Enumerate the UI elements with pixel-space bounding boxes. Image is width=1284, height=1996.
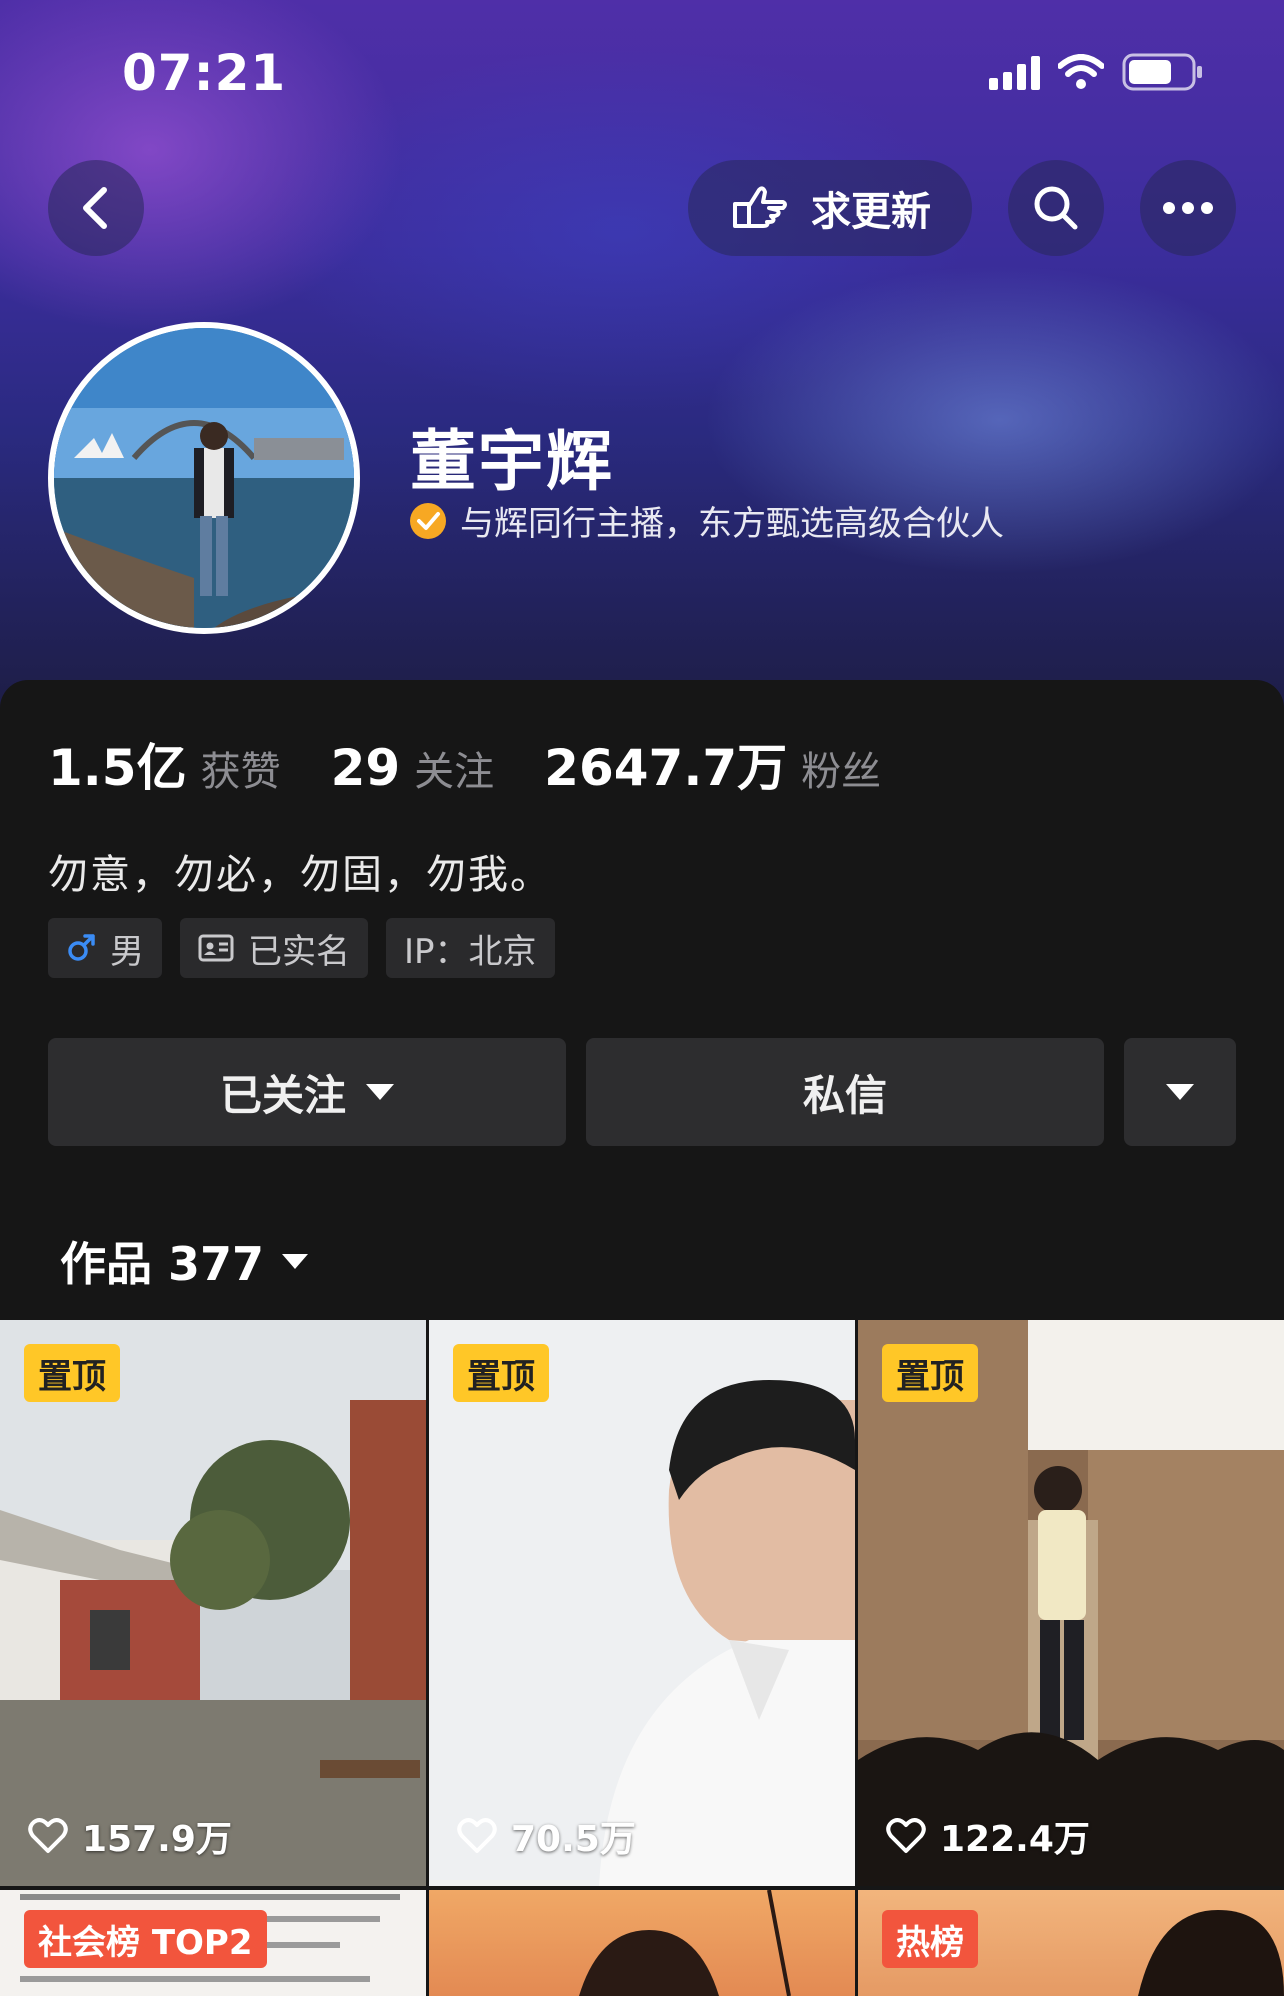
message-label: 私信 — [802, 1070, 887, 1120]
verification-text: 与辉同行主播，东方甄选高级合伙人 — [460, 504, 1004, 544]
pointing-hand-icon — [733, 186, 787, 228]
work-thumbnail — [429, 1320, 855, 1886]
search-button[interactable] — [1008, 160, 1104, 256]
status-time: 07:21 — [122, 44, 287, 102]
stat-likes-value: 1.5亿 — [48, 739, 187, 797]
tag-ip-label: IP：北京 — [404, 931, 537, 972]
heart-icon — [28, 1818, 68, 1853]
followed-label: 已关注 — [219, 1070, 346, 1120]
heart-icon — [457, 1818, 497, 1853]
wifi-icon — [1058, 54, 1104, 89]
work-thumbnail — [0, 1320, 426, 1886]
work-tile[interactable]: 置顶 70.5万 — [429, 1320, 855, 1886]
profile-tags: 男 已实名 IP：北京 — [48, 918, 555, 978]
stat-following[interactable]: 29 关注 — [331, 739, 495, 797]
stat-following-value: 29 — [330, 739, 401, 797]
action-row: 已关注 私信 — [48, 1038, 1236, 1146]
bio-text: 勿意，勿必，勿固，勿我。 — [48, 852, 552, 898]
message-button[interactable]: 私信 — [586, 1038, 1104, 1146]
stat-likes-label: 获赞 — [200, 749, 281, 795]
stat-likes[interactable]: 1.5亿 获赞 — [48, 728, 281, 800]
profile-name: 董宇辉 — [410, 423, 614, 500]
work-thumbnail — [429, 1890, 855, 1996]
tag-gender-label: 男 — [110, 931, 144, 972]
stat-fans-value: 2647.7万 — [544, 739, 788, 797]
cellular-signal-icon — [989, 54, 1040, 90]
caret-down-icon — [1166, 1084, 1194, 1100]
like-count-value: 157.9万 — [82, 1819, 232, 1860]
works-label: 作品 377 — [60, 1237, 265, 1291]
more-button[interactable] — [1140, 160, 1236, 256]
stat-fans-label: 粉丝 — [801, 749, 882, 795]
request-update-button[interactable]: 求更新 — [688, 160, 972, 256]
hot-list-badge: 热榜 — [882, 1910, 978, 1968]
pinned-badge: 置顶 — [882, 1344, 978, 1402]
work-tile[interactable]: 置顶 157.9万 — [0, 1320, 426, 1886]
like-count: 122.4万 — [886, 1810, 1090, 1862]
ranking-badge: 社会榜 TOP2 — [24, 1910, 267, 1968]
verified-check-icon — [410, 502, 446, 539]
work-tile[interactable]: 热榜 — [858, 1890, 1284, 1996]
like-count-value: 70.5万 — [511, 1819, 636, 1860]
avatar[interactable] — [48, 322, 360, 634]
like-count: 157.9万 — [28, 1810, 232, 1862]
id-card-icon — [198, 934, 234, 962]
followed-button[interactable]: 已关注 — [48, 1038, 566, 1146]
work-tile[interactable]: 置顶 122.4万 — [858, 1320, 1284, 1886]
search-icon — [1034, 186, 1078, 230]
tag-gender: 男 — [48, 918, 162, 978]
profile-screen: 07:21 求更新 董宇辉 与辉同行主播，东方甄选高级合伙人 1.5亿 获赞 2… — [0, 0, 1284, 1996]
work-tile[interactable] — [429, 1890, 855, 1996]
male-icon — [68, 934, 95, 961]
battery-icon — [1122, 53, 1202, 91]
status-icons — [989, 52, 1204, 92]
like-count: 70.5万 — [457, 1810, 636, 1862]
tag-realname-label: 已实名 — [248, 931, 350, 972]
request-update-label: 求更新 — [811, 189, 931, 235]
stat-fans[interactable]: 2647.7万 粉丝 — [544, 728, 881, 800]
tag-ip: IP：北京 — [386, 918, 555, 978]
caret-down-icon — [282, 1253, 309, 1269]
heart-icon — [886, 1818, 926, 1853]
avatar-photo — [54, 328, 354, 628]
pinned-badge: 置顶 — [453, 1344, 549, 1402]
verification-line: 与辉同行主播，东方甄选高级合伙人 — [408, 496, 1004, 545]
stats-row: 1.5亿 获赞 29 关注 2647.7万 粉丝 — [48, 728, 931, 800]
back-button[interactable] — [48, 160, 144, 256]
work-thumbnail — [858, 1320, 1284, 1886]
chevron-left-icon — [83, 187, 107, 229]
work-tile[interactable]: 社会榜 TOP2 — [0, 1890, 426, 1996]
works-tab[interactable]: 作品 377 — [60, 1228, 309, 1294]
caret-down-icon — [366, 1084, 394, 1100]
stat-following-label: 关注 — [414, 749, 495, 795]
like-count-value: 122.4万 — [940, 1819, 1090, 1860]
more-actions-button[interactable] — [1124, 1038, 1236, 1146]
pinned-badge: 置顶 — [24, 1344, 120, 1402]
more-dots-icon — [1163, 202, 1213, 214]
tag-realname: 已实名 — [180, 918, 368, 978]
